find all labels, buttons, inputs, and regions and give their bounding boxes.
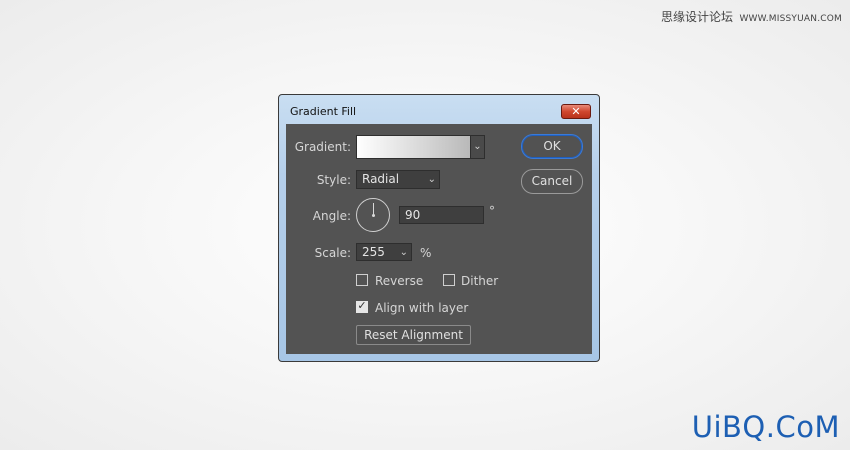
chevron-down-icon: ⌄	[473, 141, 482, 152]
checkmark-icon: ✓	[357, 299, 367, 312]
title-bar[interactable]: Gradient Fill ✕	[279, 95, 599, 124]
ok-button[interactable]: OK	[521, 134, 583, 159]
gradient-dropdown-button[interactable]: ⌄	[470, 135, 485, 159]
dither-label[interactable]: Dither	[461, 274, 498, 288]
watermark-logo: UiBQ.CoM	[691, 410, 840, 444]
watermark-cn-text: 思缘设计论坛	[660, 10, 733, 24]
watermark-url-text: WWW.MISSYUAN.COM	[739, 14, 842, 24]
align-with-layer-label[interactable]: Align with layer	[375, 301, 468, 315]
angle-label: Angle:	[312, 209, 351, 223]
angle-value: 90	[405, 208, 421, 222]
dialog-title: Gradient Fill	[290, 105, 357, 118]
close-button[interactable]: ✕	[561, 104, 591, 119]
ok-label: OK	[543, 139, 561, 153]
close-icon: ✕	[571, 105, 581, 118]
align-with-layer-checkbox[interactable]: ✓	[356, 299, 368, 313]
dither-checkbox[interactable]	[443, 274, 455, 286]
cancel-button[interactable]: Cancel	[521, 169, 583, 194]
watermark-top: 思缘设计论坛 WWW.MISSYUAN.COM	[661, 8, 842, 25]
style-label: Style:	[316, 173, 351, 187]
reset-alignment-label: Reset Alignment	[364, 328, 463, 342]
angle-input[interactable]: 90	[399, 206, 484, 224]
angle-center-dot	[372, 214, 375, 217]
scale-unit: %	[420, 246, 432, 260]
gradient-fill-dialog: Gradient Fill ✕ Gradient: ⌄ Style: Radia…	[278, 94, 600, 362]
scale-input[interactable]: 255 ⌄	[356, 243, 412, 261]
cancel-label: Cancel	[531, 174, 573, 188]
chevron-down-icon: ⌄	[427, 174, 436, 185]
style-select[interactable]: Radial ⌄	[356, 170, 440, 189]
angle-dial[interactable]	[356, 198, 390, 232]
scale-label: Scale:	[314, 246, 351, 260]
angle-unit: °	[489, 204, 495, 218]
style-value: Radial	[362, 172, 400, 186]
gradient-swatch[interactable]	[356, 135, 471, 159]
reverse-checkbox[interactable]	[356, 274, 368, 286]
reset-alignment-button[interactable]: Reset Alignment	[356, 325, 471, 345]
gradient-label: Gradient:	[294, 140, 351, 154]
dialog-body: Gradient: ⌄ Style: Radial ⌄ Angle: 90 ° …	[286, 124, 592, 354]
scale-value: 255	[362, 245, 385, 259]
reverse-label[interactable]: Reverse	[375, 274, 423, 288]
chevron-down-icon: ⌄	[399, 247, 408, 258]
